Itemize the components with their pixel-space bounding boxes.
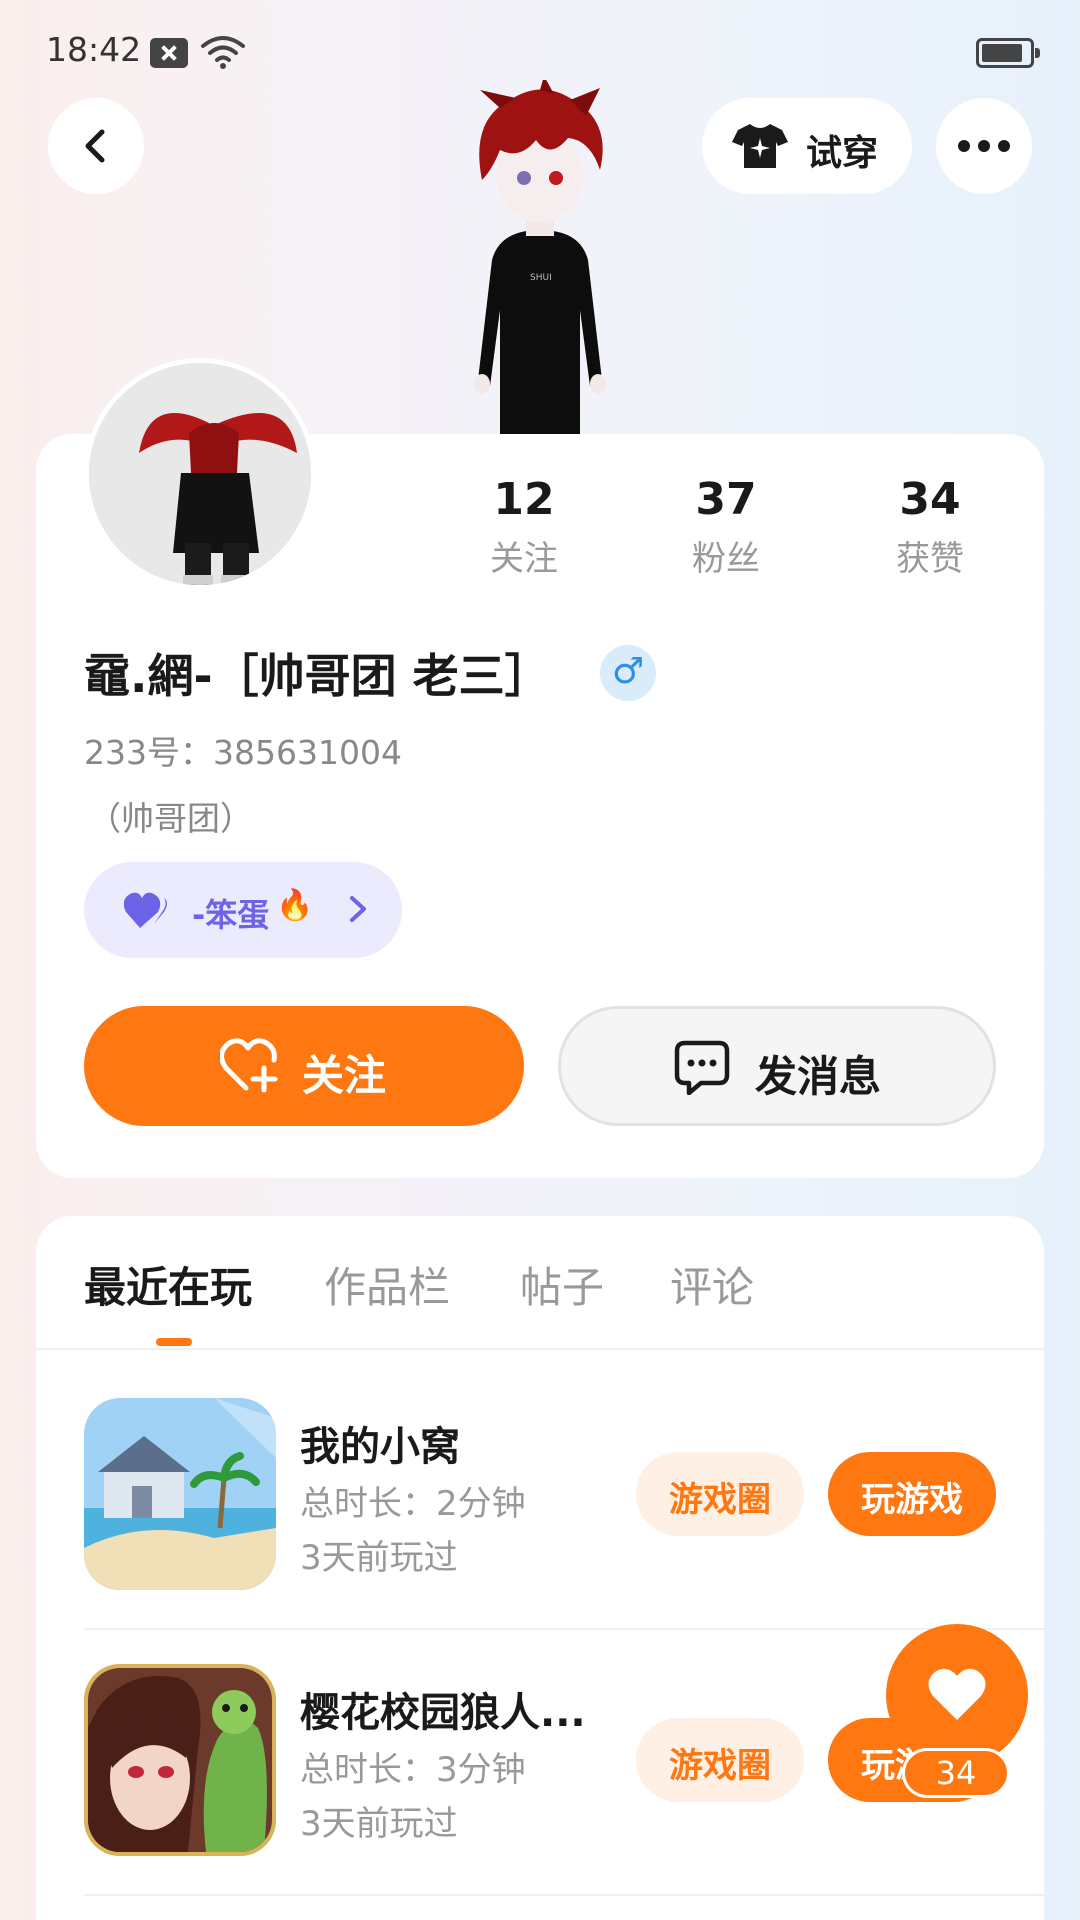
tab-works[interactable]: 作品栏 — [324, 1254, 450, 1315]
send-message-button[interactable]: 发消息 — [558, 1006, 996, 1126]
list-item[interactable]: 我的小窝 总时长：2分钟 3天前玩过 游戏圈 玩游戏 — [84, 1398, 1044, 1664]
chat-bubble-icon — [674, 1040, 730, 1095]
try-on-button[interactable]: 试穿 — [702, 98, 912, 194]
tab-posts[interactable]: 帖子 — [520, 1254, 604, 1315]
game-circle-button[interactable]: 游戏圈 — [636, 1452, 804, 1536]
svg-text:SHUI: SHUI — [530, 273, 552, 283]
notification-icon — [150, 38, 188, 68]
game-title[interactable]: 我的小窝 — [300, 1414, 460, 1472]
game-title[interactable]: 樱花校园狼人... — [300, 1680, 586, 1738]
gender-male-icon: ♂ — [600, 645, 656, 701]
game-last-played: 3天前玩过 — [300, 1538, 458, 1578]
heart-plus-icon — [220, 1038, 278, 1093]
stat-value: 37 — [695, 474, 757, 525]
more-button[interactable] — [936, 98, 1032, 194]
play-game-button[interactable]: 玩游戏 — [828, 1452, 996, 1536]
divider — [84, 1628, 1044, 1630]
try-on-label: 试穿 — [806, 133, 879, 174]
game-icon-image[interactable] — [84, 1398, 276, 1590]
game-duration: 总时长：3分钟 — [300, 1750, 526, 1790]
signature: （帅哥团） — [88, 799, 253, 838]
follow-button[interactable]: 关注 — [84, 1006, 524, 1126]
tab-recently-played[interactable]: 最近在玩 — [84, 1254, 252, 1315]
game-circle-button[interactable]: 游戏圈 — [636, 1718, 804, 1802]
stat-value: 34 — [899, 474, 961, 525]
stat-value: 12 — [493, 474, 555, 525]
friend-tag-pill[interactable]: -笨蛋 🔥 — [84, 862, 402, 958]
game-duration: 总时长：2分钟 — [300, 1484, 526, 1524]
double-heart-icon — [124, 892, 167, 928]
avatar-figure-image: SHUI — [474, 80, 606, 436]
stat-followers[interactable]: 37 粉丝 — [646, 474, 806, 580]
stat-label: 获赞 — [896, 539, 964, 579]
stat-label: 粉丝 — [692, 539, 760, 579]
tab-comments[interactable]: 评论 — [670, 1254, 754, 1315]
avatar[interactable] — [84, 358, 316, 590]
like-count-badge: 34 — [902, 1748, 1010, 1798]
wifi-icon — [201, 36, 245, 69]
battery-icon — [976, 38, 1040, 68]
divider — [36, 1348, 1044, 1350]
status-time: 18:42 — [46, 30, 142, 69]
stat-likes[interactable]: 34 获赞 — [850, 474, 1010, 580]
friend-tag-text: -笨蛋 — [192, 896, 270, 934]
chevron-left-icon — [85, 129, 105, 163]
stat-following[interactable]: 12 关注 — [444, 474, 604, 580]
fire-icon: 🔥 — [276, 888, 314, 923]
nickname: 黿.網-［帅哥团 老三］ — [84, 649, 551, 703]
chevron-right-icon — [350, 896, 366, 922]
user-id[interactable]: 233号：385631004 — [84, 726, 402, 774]
game-icon-image[interactable] — [84, 1664, 276, 1856]
heart-icon — [928, 1668, 986, 1720]
avatar-image — [89, 363, 311, 585]
back-button[interactable] — [48, 98, 144, 194]
stat-label: 关注 — [490, 539, 558, 579]
game-last-played: 3天前玩过 — [300, 1804, 458, 1844]
tshirt-icon — [732, 124, 788, 168]
send-message-label: 发消息 — [755, 1052, 882, 1101]
more-dots-icon — [958, 140, 970, 152]
like-button[interactable] — [886, 1624, 1028, 1766]
tab-indicator — [156, 1338, 192, 1346]
divider — [84, 1894, 1044, 1896]
follow-label: 关注 — [302, 1051, 387, 1100]
